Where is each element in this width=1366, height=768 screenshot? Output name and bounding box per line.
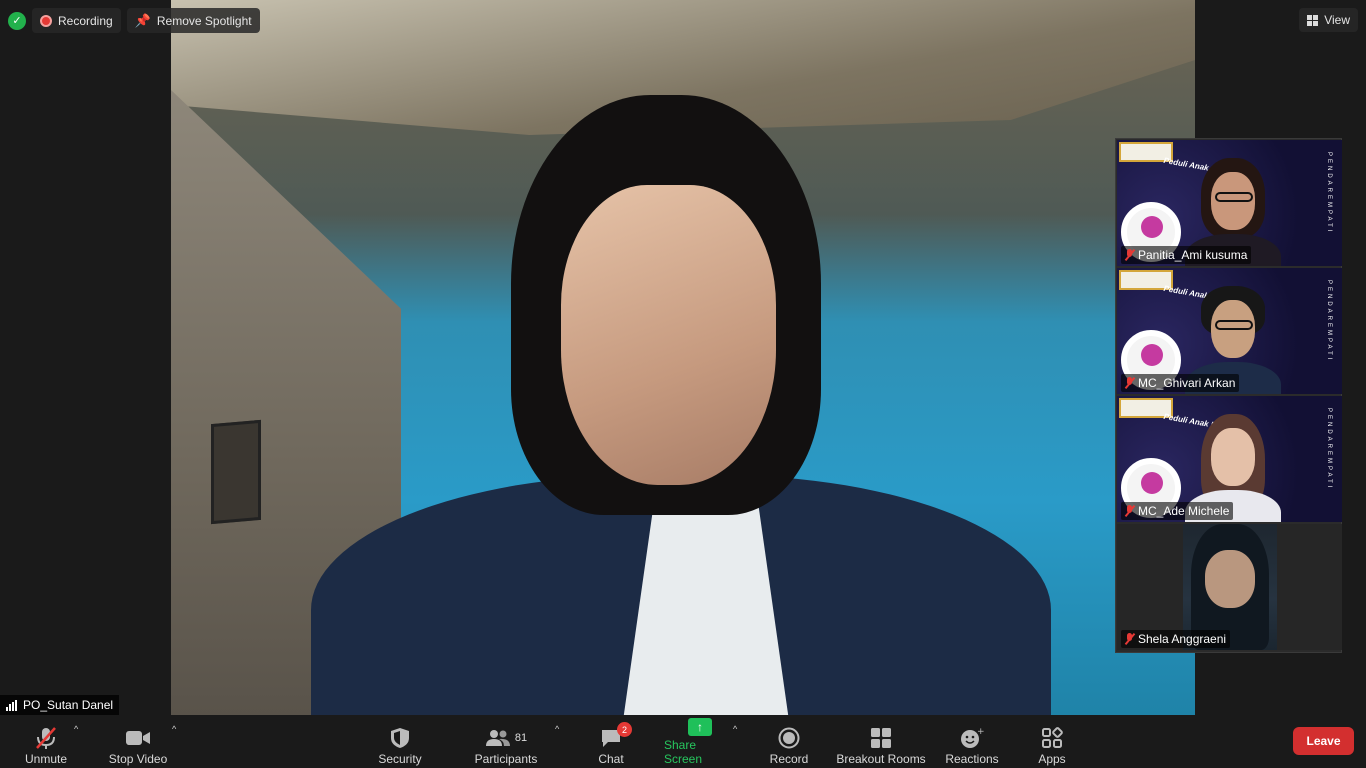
participant-name-tag: Panitia_Ami kusuma xyxy=(1121,246,1252,264)
participant-name: Panitia_Ami kusuma xyxy=(1138,248,1248,262)
muted-mic-icon xyxy=(1125,505,1134,517)
participant-name-tag: MC_Ade Michele xyxy=(1121,502,1234,520)
participant-gallery: Peduli Anak Masa Depan PENDAREMPATI Pani… xyxy=(1115,138,1342,653)
muted-mic-icon xyxy=(1125,377,1134,389)
video-wall-frame xyxy=(211,419,261,525)
stop-video-label: Stop Video xyxy=(108,752,168,766)
participant-name: Shela Anggraeni xyxy=(1138,632,1227,646)
participant-name-tag: Shela Anggraeni xyxy=(1121,630,1231,648)
share-options-chevron-icon[interactable]: ^ xyxy=(733,724,737,734)
recording-label: Recording xyxy=(58,13,113,28)
pin-icon: 📌 xyxy=(134,12,151,28)
background-side-text: PENDAREMPATI xyxy=(1326,408,1332,491)
background-side-text: PENDAREMPATI xyxy=(1326,152,1332,235)
remove-spotlight-button[interactable]: 📌 Remove Spotlight xyxy=(126,8,260,33)
participants-options-chevron-icon[interactable]: ^ xyxy=(555,724,559,734)
participant-tile[interactable]: Peduli Anak Masa Depan PENDAREMPATI Pani… xyxy=(1117,140,1342,266)
reactions-label: Reactions xyxy=(945,752,999,766)
chat-label: Chat xyxy=(598,752,624,766)
record-button[interactable]: Record xyxy=(768,720,810,766)
view-grid-icon xyxy=(1307,14,1319,26)
active-speaker-name-tag: PO_Sutan Danel xyxy=(0,695,120,715)
record-icon xyxy=(778,726,800,750)
recording-indicator[interactable]: Recording xyxy=(32,8,121,33)
chat-bubble-icon: 2 xyxy=(600,722,632,750)
svg-text:+: + xyxy=(977,727,984,737)
encryption-shield-icon[interactable]: ✓ xyxy=(8,11,26,30)
muted-mic-icon xyxy=(1125,633,1134,645)
view-button[interactable]: View xyxy=(1299,8,1358,32)
stop-video-button[interactable]: Stop Video xyxy=(106,720,170,766)
participant-name: MC_Ghivari Arkan xyxy=(1138,376,1236,390)
share-screen-arrow-icon: ↑ xyxy=(688,718,712,736)
speaker-figure xyxy=(311,95,1051,715)
unmute-label: Unmute xyxy=(24,752,68,766)
security-label: Security xyxy=(378,752,422,766)
chat-unread-badge: 2 xyxy=(617,722,632,737)
participants-label: Participants xyxy=(474,752,538,766)
apps-icon xyxy=(1041,726,1063,750)
participants-count: 81 xyxy=(514,732,528,744)
recording-dot-icon xyxy=(40,14,52,27)
participant-name: MC_Ade Michele xyxy=(1138,504,1230,518)
video-options-chevron-icon[interactable]: ^ xyxy=(172,724,176,734)
connection-signal-icon xyxy=(6,699,17,711)
active-speaker-name: PO_Sutan Danel xyxy=(23,698,114,712)
meeting-toolbar: Unmute ^ Stop Video ^ Security 81 Partic… xyxy=(0,715,1366,768)
glasses xyxy=(1215,320,1253,330)
leave-button[interactable]: Leave xyxy=(1293,727,1354,755)
apps-label: Apps xyxy=(1038,752,1066,766)
unmute-button[interactable]: Unmute xyxy=(22,720,70,766)
chat-button[interactable]: 2 Chat xyxy=(594,720,632,766)
breakout-rooms-button[interactable]: Breakout Rooms xyxy=(836,720,926,766)
speaker-face xyxy=(561,185,776,485)
apps-button[interactable]: Apps xyxy=(1036,720,1068,766)
meeting-stage: ✓ Recording 📌 Remove Spotlight View Pedu… xyxy=(0,0,1366,715)
background-side-text: PENDAREMPATI xyxy=(1326,280,1332,363)
share-screen-label: Share Screen xyxy=(664,738,703,766)
record-label: Record xyxy=(769,752,809,766)
audio-options-chevron-icon[interactable]: ^ xyxy=(74,724,78,734)
muted-microphone-icon xyxy=(35,726,57,750)
participants-icon: 81 xyxy=(485,726,527,750)
remove-spotlight-label: Remove Spotlight xyxy=(156,13,252,28)
meeting-status-bar: ✓ Recording 📌 Remove Spotlight xyxy=(8,8,260,33)
muted-mic-icon xyxy=(1125,249,1134,261)
shield-icon xyxy=(390,726,410,750)
participant-tile[interactable]: Peduli Anak Masa Depan PENDAREMPATI MC_A… xyxy=(1117,396,1342,522)
security-button[interactable]: Security xyxy=(376,720,424,766)
participant-tile[interactable]: Shela Anggraeni xyxy=(1117,524,1342,650)
participant-name-tag: MC_Ghivari Arkan xyxy=(1121,374,1240,392)
breakout-rooms-label: Breakout Rooms xyxy=(836,752,926,766)
video-camera-icon xyxy=(125,726,151,750)
reactions-button[interactable]: + Reactions xyxy=(944,720,1000,766)
view-label: View xyxy=(1324,13,1350,27)
smiley-icon: + xyxy=(960,726,984,750)
participant-tile[interactable]: Peduli Anak Masa Depan PENDAREMPATI MC_G… xyxy=(1117,268,1342,394)
share-screen-button[interactable]: ↑ Share Screen xyxy=(664,718,736,766)
breakout-rooms-icon xyxy=(870,726,892,750)
glasses xyxy=(1215,192,1253,202)
active-speaker-video[interactable] xyxy=(171,0,1195,715)
participants-button[interactable]: 81 Participants xyxy=(472,720,540,766)
